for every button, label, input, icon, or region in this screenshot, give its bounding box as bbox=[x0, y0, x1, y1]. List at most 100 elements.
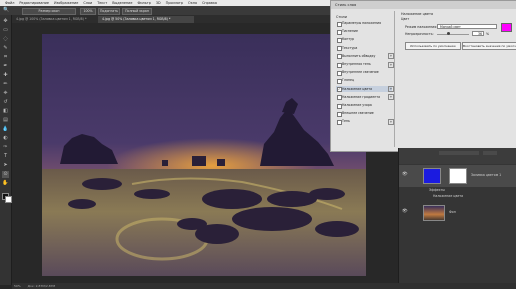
section-title: Наложение цвета bbox=[401, 12, 434, 16]
style-item[interactable]: Наложение градиента + bbox=[336, 94, 394, 101]
reset-default-button[interactable]: Восстановить значения по умолчанию bbox=[462, 42, 516, 50]
landscape-image bbox=[42, 34, 366, 276]
status-doc-size: Док: 2,87M/2,87M bbox=[27, 284, 56, 288]
style-item-label: Наложение градиента bbox=[342, 94, 381, 99]
tab-label: 4.jpg @ 100% (Заливка цветом 1, RGB/8) * bbox=[16, 17, 87, 21]
layer-name: Фон bbox=[449, 210, 456, 214]
resize-windows-button[interactable]: Размер окон bbox=[22, 7, 76, 15]
zoom-tool-icon-selected[interactable]: ⊙ bbox=[2, 171, 9, 178]
layer-row-fill[interactable]: 👁 Заливка цветом 1 bbox=[399, 165, 516, 187]
hand-tool-icon[interactable]: ✋ bbox=[2, 180, 9, 187]
blend-mode-select[interactable]: Мягкий свет bbox=[437, 24, 497, 29]
eraser-tool-icon[interactable]: ◧ bbox=[2, 108, 9, 115]
marquee-tool-icon[interactable]: ▭ bbox=[2, 27, 9, 34]
layer-style-dialog: Стиль слоя Стили Параметры наложения Тисн… bbox=[330, 0, 516, 152]
history-brush-tool-icon[interactable]: ↺ bbox=[2, 99, 9, 106]
crop-tool-icon[interactable]: ⌗ bbox=[2, 54, 9, 61]
opacity-slider-handle[interactable] bbox=[447, 32, 451, 35]
style-item[interactable]: Выполнить обводку + bbox=[336, 53, 394, 60]
blend-mode-value: Мягкий свет bbox=[440, 25, 461, 29]
style-item-label: Текстура bbox=[342, 45, 358, 50]
styles-header: Стили bbox=[336, 15, 347, 19]
dialog-title: Стиль слоя bbox=[331, 1, 516, 9]
style-item[interactable]: Контур bbox=[336, 36, 392, 43]
tab-doc-1[interactable]: 4.jpg @ 100% (Заливка цветом 1, RGB/8) * bbox=[12, 16, 98, 23]
eyedropper-tool-icon[interactable]: ✒ bbox=[2, 63, 9, 70]
add-style-icon[interactable]: + bbox=[388, 61, 394, 68]
document-tabs: 4.jpg @ 100% (Заливка цветом 1, RGB/8) *… bbox=[12, 15, 330, 23]
fit-screen-button[interactable]: Подогнать bbox=[98, 7, 120, 15]
add-style-icon[interactable]: + bbox=[388, 86, 394, 93]
status-bar: 50% Док: 2,87M/2,87M bbox=[12, 283, 516, 289]
style-item[interactable]: Тень + bbox=[336, 118, 394, 125]
layer-row-background[interactable]: 👁 Фон bbox=[399, 202, 516, 224]
style-item-label: Тень bbox=[342, 119, 350, 124]
dodge-tool-icon[interactable]: ◐ bbox=[2, 135, 9, 142]
style-item[interactable]: Тиснение bbox=[336, 28, 392, 35]
layer-mask-thumbnail bbox=[449, 168, 467, 184]
style-item-label: Наложение цвета bbox=[342, 86, 373, 91]
eye-icon[interactable]: 👁 bbox=[402, 172, 408, 177]
tools-panel: ✥ ▭ ◌ ✎ ⌗ ✒ ✚ ✏ ⎈ ↺ ◧ ▤ 💧 ◐ ✑ T ➤ ⊙ ✋ bbox=[0, 15, 12, 285]
style-item-label: Параметры наложения bbox=[342, 21, 382, 25]
gradient-tool-icon[interactable]: ▤ bbox=[2, 117, 9, 124]
make-default-button[interactable]: Использовать по умолчанию bbox=[405, 42, 461, 50]
path-select-tool-icon[interactable]: ➤ bbox=[2, 162, 9, 169]
style-item-label: Наложение узора bbox=[342, 103, 372, 107]
layers-panel: 👁 Заливка цветом 1 Эффекты Наложение цве… bbox=[398, 148, 516, 285]
style-item[interactable]: Текстура bbox=[336, 45, 392, 52]
status-zoom: 50% bbox=[14, 284, 21, 288]
dialog-divider bbox=[394, 11, 395, 147]
move-tool-icon[interactable]: ✥ bbox=[2, 18, 9, 25]
style-item[interactable]: Внутренняя тень + bbox=[336, 61, 394, 68]
blend-mode-label: Режим наложения: bbox=[405, 25, 438, 29]
style-item[interactable]: Внутреннее свечение bbox=[336, 69, 392, 76]
opacity-label: Непрозрачность: bbox=[405, 32, 434, 36]
style-item-label: Выполнить обводку bbox=[342, 53, 376, 58]
brush-tool-icon[interactable]: ✏ bbox=[2, 81, 9, 88]
style-item-label: Внешнее свечение bbox=[342, 111, 374, 116]
color-overlay-effect[interactable]: Наложение цвета bbox=[433, 194, 463, 198]
quick-select-tool-icon[interactable]: ✎ bbox=[2, 45, 9, 52]
type-tool-icon[interactable]: T bbox=[2, 153, 9, 160]
eye-icon[interactable]: 👁 bbox=[402, 209, 408, 214]
pen-tool-icon[interactable]: ✑ bbox=[2, 144, 9, 151]
overlay-color-swatch[interactable] bbox=[501, 23, 512, 32]
style-item[interactable]: ✓ Наложение цвета + bbox=[336, 85, 394, 93]
layers-toolbar bbox=[399, 148, 516, 164]
add-style-icon[interactable]: + bbox=[388, 94, 394, 101]
style-item[interactable]: Параметры наложения bbox=[336, 20, 392, 27]
layer-thumbnail bbox=[423, 168, 441, 184]
layer-filter-field[interactable] bbox=[439, 151, 479, 155]
background-thumbnail bbox=[423, 205, 445, 221]
background-color-swatch[interactable] bbox=[5, 196, 12, 203]
style-item-label: Контур bbox=[342, 37, 355, 42]
healing-tool-icon[interactable]: ✚ bbox=[2, 72, 9, 79]
lasso-tool-icon[interactable]: ◌ bbox=[2, 36, 9, 43]
opacity-slider[interactable] bbox=[437, 32, 469, 35]
layer-opacity-field[interactable] bbox=[483, 151, 497, 155]
full-screen-button[interactable]: Полный экран bbox=[122, 7, 152, 15]
stamp-tool-icon[interactable]: ⎈ bbox=[2, 90, 9, 97]
style-item-label: Глянец bbox=[342, 78, 355, 83]
add-style-icon[interactable]: + bbox=[388, 118, 394, 125]
section-subtitle: Цвет bbox=[401, 17, 410, 21]
opacity-unit: % bbox=[486, 32, 490, 36]
blur-tool-icon[interactable]: 💧 bbox=[2, 126, 9, 133]
tab-doc-2[interactable]: 4.jpg @ 50% (Заливка цветом 1, RGB/8) * bbox=[98, 16, 194, 23]
style-item[interactable]: Наложение узора bbox=[336, 102, 392, 109]
style-item-label: Внутреннее свечение bbox=[342, 70, 379, 75]
opacity-input[interactable]: 36 bbox=[472, 31, 484, 36]
zoom-100-button[interactable]: 100% bbox=[80, 7, 96, 15]
opacity-value: 36 bbox=[477, 32, 482, 36]
tab-label: 4.jpg @ 50% (Заливка цветом 1, RGB/8) * bbox=[102, 17, 171, 21]
document-canvas[interactable] bbox=[42, 34, 366, 276]
style-item-label: Внутренняя тень bbox=[342, 62, 371, 66]
style-item[interactable]: Глянец bbox=[336, 77, 392, 84]
style-item[interactable]: Внешнее свечение bbox=[336, 110, 392, 117]
zoom-tool-icon[interactable]: 🔍 bbox=[3, 7, 9, 13]
layer-name: Заливка цветом 1 bbox=[471, 173, 502, 177]
effects-label: Эффекты bbox=[429, 188, 445, 192]
add-style-icon[interactable]: + bbox=[388, 53, 394, 60]
style-item-label: Тиснение bbox=[342, 29, 358, 34]
